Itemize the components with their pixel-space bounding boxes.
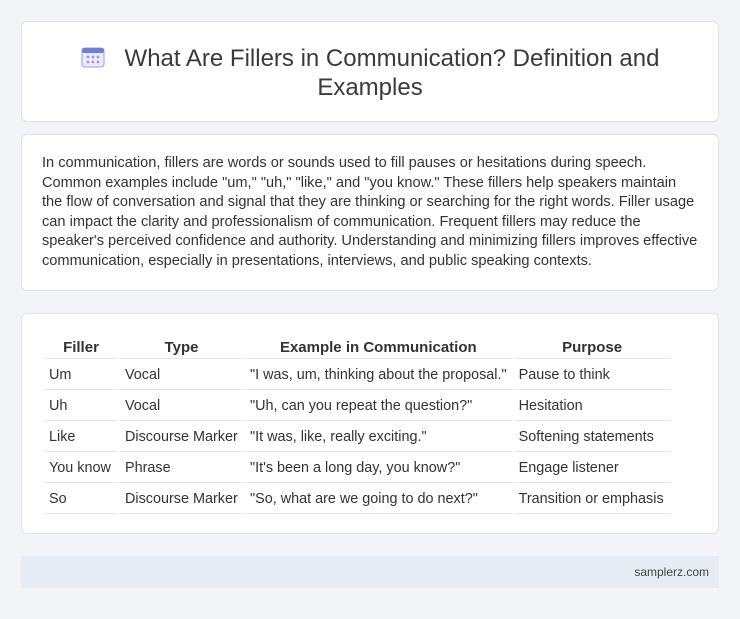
cell-filler: Uh xyxy=(44,392,118,421)
page-title: What Are Fillers in Communication? Defin… xyxy=(124,45,660,101)
header-example: Example in Communication xyxy=(245,335,512,359)
cell-purpose: Pause to think xyxy=(513,361,671,390)
cell-filler: Like xyxy=(44,423,118,452)
cell-purpose: Transition or emphasis xyxy=(513,485,671,514)
title-card: What Are Fillers in Communication? Defin… xyxy=(21,21,719,122)
cell-filler: Um xyxy=(44,361,118,390)
cell-purpose: Engage listener xyxy=(513,454,671,483)
cell-example: "It's been a long day, you know?" xyxy=(245,454,512,483)
cell-type: Discourse Marker xyxy=(120,485,243,514)
cell-type: Vocal xyxy=(120,361,243,390)
cell-purpose: Hesitation xyxy=(513,392,671,421)
fillers-table: Filler Type Example in Communication Pur… xyxy=(42,333,673,516)
cell-example: "So, what are we going to do next?" xyxy=(245,485,512,514)
cell-example: "Uh, can you repeat the question?" xyxy=(245,392,512,421)
cell-filler: You know xyxy=(44,454,118,483)
cell-purpose: Softening statements xyxy=(513,423,671,452)
table-row: Um Vocal "I was, um, thinking about the … xyxy=(44,361,671,390)
header-purpose: Purpose xyxy=(513,335,671,359)
table-row: You know Phrase "It's been a long day, y… xyxy=(44,454,671,483)
table-row: So Discourse Marker "So, what are we goi… xyxy=(44,485,671,514)
cell-filler: So xyxy=(44,485,118,514)
page-title-row: What Are Fillers in Communication? Defin… xyxy=(22,44,718,102)
cell-type: Vocal xyxy=(120,392,243,421)
table-header-row: Filler Type Example in Communication Pur… xyxy=(44,335,671,359)
table-row: Like Discourse Marker "It was, like, rea… xyxy=(44,423,671,452)
header-filler: Filler xyxy=(44,335,118,359)
intro-paragraph: In communication, fillers are words or s… xyxy=(42,155,698,269)
header-type: Type xyxy=(120,335,243,359)
footer-site-link[interactable]: samplerz.com xyxy=(634,565,709,579)
table-card: Filler Type Example in Communication Pur… xyxy=(21,313,719,534)
table-row: Uh Vocal "Uh, can you repeat the questio… xyxy=(44,392,671,421)
cell-example: "I was, um, thinking about the proposal.… xyxy=(245,361,512,390)
calendar-icon xyxy=(81,46,105,68)
footer-bar: samplerz.com xyxy=(21,556,719,588)
cell-example: "It was, like, really exciting." xyxy=(245,423,512,452)
cell-type: Discourse Marker xyxy=(120,423,243,452)
intro-card: In communication, fillers are words or s… xyxy=(21,134,719,291)
cell-type: Phrase xyxy=(120,454,243,483)
